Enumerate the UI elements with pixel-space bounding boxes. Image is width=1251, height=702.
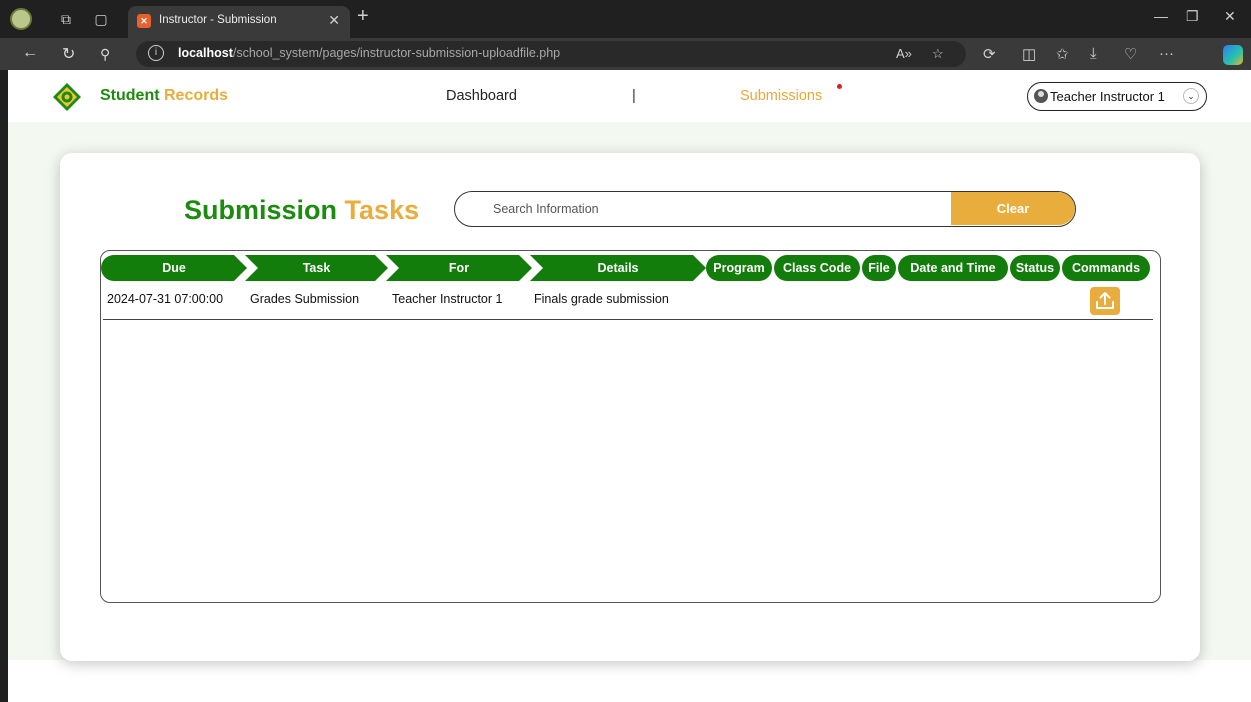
restore-icon[interactable]: ❐ xyxy=(1186,8,1199,25)
url-text[interactable]: localhost/school_system/pages/instructor… xyxy=(178,46,560,60)
favorite-star-icon[interactable]: ☆ xyxy=(932,46,944,62)
tab-title: Instructor - Submission xyxy=(159,14,277,26)
new-tab-icon[interactable]: + xyxy=(357,5,369,28)
nav-dashboard[interactable]: Dashboard xyxy=(446,88,517,104)
column-header-date-time[interactable]: Date and Time xyxy=(898,255,1008,281)
upload-icon xyxy=(1096,292,1114,309)
minimize-icon[interactable]: — xyxy=(1154,8,1168,24)
refresh-icon[interactable]: ↻ xyxy=(62,44,75,64)
browser-tab-bar: ⧉ ▢ ✕ Instructor - Submission ✕ + — ❐ ✕ xyxy=(0,0,1251,38)
brand-title[interactable]: Student Records xyxy=(100,87,228,105)
column-header-status[interactable]: Status xyxy=(1010,255,1060,281)
cell-task: Grades Submission xyxy=(250,292,360,306)
column-header-for[interactable]: For xyxy=(386,255,532,281)
xampp-icon: ✕ xyxy=(137,14,151,28)
address-toolbar: ← ↻ ⚲ i localhost/school_system/pages/in… xyxy=(0,38,1251,70)
back-icon[interactable]: ← xyxy=(22,44,38,62)
column-header-file[interactable]: File xyxy=(862,255,896,281)
more-menu-icon[interactable]: ··· xyxy=(1159,45,1174,62)
web-page: Student Records Dashboard | Submissions … xyxy=(8,70,1251,702)
copilot-icon[interactable] xyxy=(1223,45,1243,65)
address-bar[interactable]: i localhost/school_system/pages/instruct… xyxy=(136,41,966,67)
search-box: Clear xyxy=(454,191,1076,227)
read-aloud-icon[interactable]: A» xyxy=(896,46,912,61)
column-header-task[interactable]: Task xyxy=(245,255,388,281)
nav-separator: | xyxy=(632,88,636,104)
school-logo-icon xyxy=(53,83,81,111)
chevron-down-icon: ⌄ xyxy=(1183,88,1199,104)
favorites-icon[interactable]: ✩ xyxy=(1056,45,1069,63)
user-name: Teacher Instructor 1 xyxy=(1050,89,1165,104)
cell-due: 2024-07-31 07:00:00 xyxy=(107,292,224,306)
page-title: Submission Tasks xyxy=(184,195,420,225)
clear-button[interactable]: Clear xyxy=(951,192,1075,225)
search-input[interactable] xyxy=(455,192,950,225)
cell-for: Teacher Instructor 1 xyxy=(392,292,503,306)
column-header-class-code[interactable]: Class Code xyxy=(774,255,860,281)
user-avatar-icon xyxy=(1034,89,1048,103)
profile-avatar-icon[interactable] xyxy=(10,8,32,30)
downloads-icon[interactable]: ⤓ xyxy=(1090,45,1097,62)
site-info-icon[interactable]: i xyxy=(148,45,164,61)
browser-essentials-icon[interactable]: ♡ xyxy=(1124,45,1137,63)
row-divider xyxy=(103,319,1153,320)
upload-button[interactable] xyxy=(1090,287,1120,315)
tab-close-icon[interactable]: ✕ xyxy=(328,12,340,29)
tab-actions-icon[interactable]: ▢ xyxy=(91,9,111,29)
column-header-commands[interactable]: Commands xyxy=(1062,255,1150,281)
close-window-icon[interactable]: ✕ xyxy=(1224,8,1236,25)
browser-tab-active[interactable]: ✕ Instructor - Submission ✕ xyxy=(128,6,350,38)
workspaces-icon[interactable]: ⧉ xyxy=(56,9,76,29)
top-navbar: Student Records Dashboard | Submissions … xyxy=(8,70,1251,122)
submission-table: Due Task For Details Program Class Code … xyxy=(100,250,1161,603)
column-header-program[interactable]: Program xyxy=(706,255,772,281)
split-screen-icon[interactable]: ◫ xyxy=(1022,45,1036,63)
extensions-icon[interactable]: ⟳ xyxy=(983,45,996,63)
submission-card: Submission Tasks Clear Due Task For Deta… xyxy=(60,153,1200,661)
column-header-details[interactable]: Details xyxy=(530,255,706,281)
column-header-due[interactable]: Due xyxy=(101,255,247,281)
cell-details: Finals grade submission xyxy=(534,292,669,306)
nav-submissions[interactable]: Submissions xyxy=(740,88,822,104)
user-menu-button[interactable]: Teacher Instructor 1 ⌄ xyxy=(1027,82,1207,111)
search-icon[interactable]: ⚲ xyxy=(100,46,110,63)
notification-dot xyxy=(837,84,842,89)
